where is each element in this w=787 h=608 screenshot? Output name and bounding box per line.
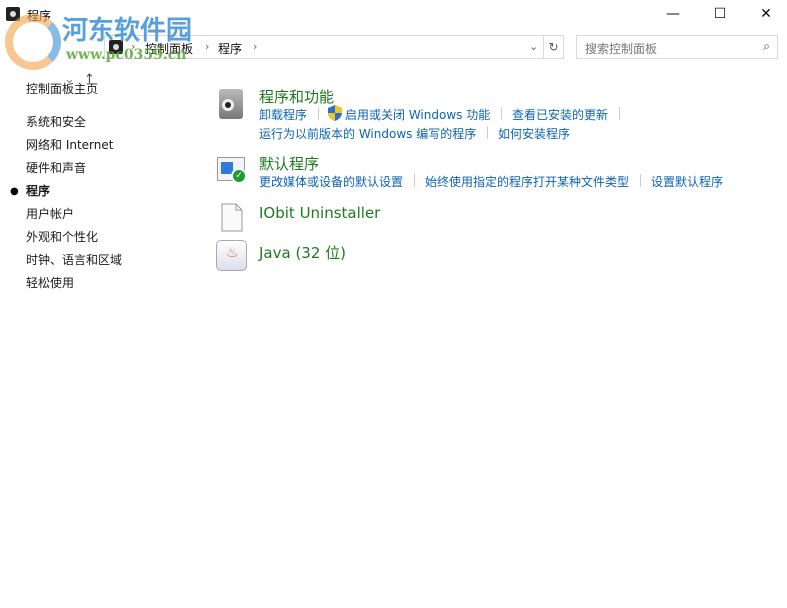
active-bullet-icon: ● [10,186,19,197]
iobit-uninstaller-title[interactable]: IObit Uninstaller [259,204,380,222]
address-dropdown-icon[interactable]: ⌄ [529,40,538,53]
java-icon: ♨ [216,240,247,271]
minimize-button[interactable]: — [650,0,696,30]
default-programs-title[interactable]: 默认程序 [259,153,319,174]
close-button[interactable]: ✕ [743,0,787,30]
how-to-install-link[interactable]: 如何安装程序 [498,125,570,142]
installed-updates-link[interactable]: 查看已安装的更新 [512,106,608,123]
sidebar-item-home[interactable]: 控制面板主页 [26,80,98,97]
file-type-association-link[interactable]: 始终使用指定的程序打开某种文件类型 [425,173,629,190]
default-programs-icon: ✓ [217,157,247,184]
search-placeholder: 搜索控制面板 [585,42,658,56]
programs-features-title[interactable]: 程序和功能 [259,86,334,107]
search-input[interactable]: 搜索控制面板 ⌕ [576,35,778,59]
watermark-logo [5,14,61,70]
sidebar-item-ease-of-access[interactable]: 轻松使用 [26,274,74,291]
breadcrumb-programs[interactable]: 程序 [218,40,242,57]
blank-file-icon [221,203,243,232]
watermark-url: www.pc0359.cn [66,47,187,63]
java-title[interactable]: Java (32 位) [259,242,346,263]
programs-features-icon [219,89,243,119]
refresh-button[interactable]: ↻ [544,35,564,59]
sidebar-item-user-accounts[interactable]: 用户帐户 [26,205,74,222]
maximize-button[interactable]: ☐ [697,0,743,30]
sidebar-item-system-security[interactable]: 系统和安全 [26,113,86,130]
media-defaults-link[interactable]: 更改媒体或设备的默认设置 [259,173,403,190]
sidebar-item-clock-region[interactable]: 时钟、语言和区域 [26,251,122,268]
sidebar-item-network[interactable]: 网络和 Internet [26,136,113,153]
uac-shield-icon [328,105,342,121]
sidebar-item-hardware[interactable]: 硬件和声音 [26,159,86,176]
uninstall-program-link[interactable]: 卸载程序 [259,106,307,123]
sidebar-item-appearance[interactable]: 外观和个性化 [26,228,98,245]
set-default-programs-link[interactable]: 设置默认程序 [651,173,723,190]
compatibility-link[interactable]: 运行为以前版本的 Windows 编写的程序 [259,125,476,142]
windows-features-link[interactable]: 启用或关闭 Windows 功能 [345,106,490,123]
search-icon[interactable]: ⌕ [763,39,770,54]
sidebar-item-programs[interactable]: 程序 [26,182,50,199]
watermark-name: 河东软件园 [62,16,193,46]
